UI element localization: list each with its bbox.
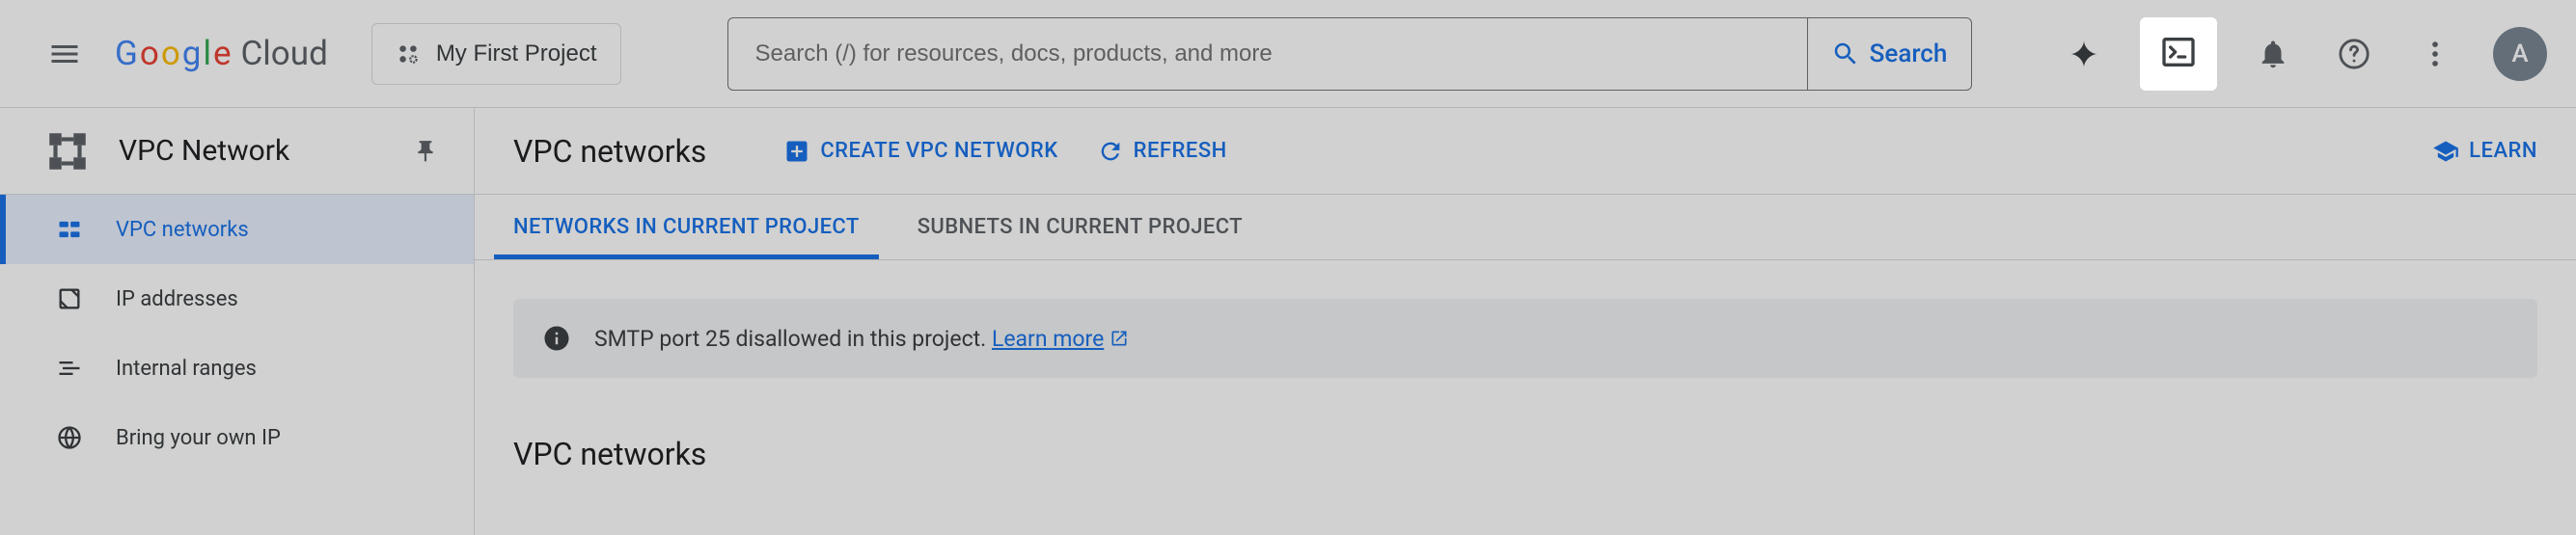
top-right-icons: A [2061, 19, 2547, 89]
open-in-new-icon [1110, 329, 1129, 348]
learn-button[interactable]: LEARN [2432, 138, 2537, 165]
tabs: NETWORKS IN CURRENT PROJECT SUBNETS IN C… [475, 195, 2576, 260]
sidebar-item-label: VPC networks [116, 218, 249, 242]
help-icon[interactable] [2331, 31, 2377, 77]
search-icon [1831, 40, 1860, 68]
search-box: Search [727, 17, 1972, 91]
top-bar: Google Cloud My First Project Search A [0, 0, 2576, 108]
google-cloud-logo[interactable]: Google Cloud [115, 34, 328, 73]
cloud-shell-button[interactable] [2142, 19, 2215, 89]
sidebar-item-label: IP addresses [116, 287, 238, 311]
more-vert-icon[interactable] [2412, 31, 2458, 77]
create-vpc-network-button[interactable]: CREATE VPC NETWORK [783, 138, 1057, 165]
gemini-spark-icon[interactable] [2061, 31, 2107, 77]
hamburger-menu-icon[interactable] [43, 33, 86, 75]
byoip-icon [54, 422, 85, 453]
sidebar-item-internal-ranges[interactable]: Internal ranges [0, 334, 474, 403]
vpc-networks-icon [54, 214, 85, 245]
tab-networks-current-project[interactable]: NETWORKS IN CURRENT PROJECT [513, 195, 860, 259]
sidebar-item-ip-addresses[interactable]: IP addresses [0, 264, 474, 334]
ip-addresses-icon [54, 283, 85, 314]
info-icon [542, 324, 571, 353]
sidebar-item-byoip[interactable]: Bring your own IP [0, 403, 474, 472]
cloud-shell-icon [2159, 33, 2198, 71]
banner-text: SMTP port 25 disallowed in this project.… [594, 326, 1129, 352]
project-name: My First Project [436, 40, 597, 67]
search-input[interactable] [728, 18, 1807, 90]
pin-icon[interactable] [406, 132, 445, 171]
content: VPC networks CREATE VPC NETWORK REFRESH … [475, 108, 2576, 535]
refresh-button[interactable]: REFRESH [1097, 138, 1227, 165]
tab-subnets-current-project[interactable]: SUBNETS IN CURRENT PROJECT [918, 195, 1243, 259]
sidebar-item-label: Internal ranges [116, 357, 257, 381]
sidebar: VPC Network VPC networks IP addresses In… [0, 108, 475, 535]
learn-more-link[interactable]: Learn more [992, 326, 1129, 352]
info-banner: SMTP port 25 disallowed in this project.… [513, 299, 2537, 378]
avatar[interactable]: A [2493, 27, 2547, 81]
main-area: VPC Network VPC networks IP addresses In… [0, 108, 2576, 535]
sidebar-title: VPC Network [119, 134, 379, 168]
project-hex-icon [396, 41, 421, 67]
learn-icon [2432, 138, 2459, 165]
notifications-icon[interactable] [2250, 31, 2296, 77]
sidebar-item-vpc-networks[interactable]: VPC networks [0, 195, 474, 264]
add-box-icon [783, 138, 810, 165]
sidebar-header: VPC Network [0, 108, 474, 195]
search-button[interactable]: Search [1807, 18, 1971, 90]
project-selector-button[interactable]: My First Project [371, 23, 621, 85]
section-title: VPC networks [513, 436, 2576, 472]
page-title: VPC networks [513, 133, 706, 170]
vpc-product-icon [43, 127, 92, 175]
internal-ranges-icon [54, 353, 85, 384]
sidebar-item-label: Bring your own IP [116, 426, 281, 450]
content-header: VPC networks CREATE VPC NETWORK REFRESH … [475, 108, 2576, 195]
refresh-icon [1097, 138, 1124, 165]
